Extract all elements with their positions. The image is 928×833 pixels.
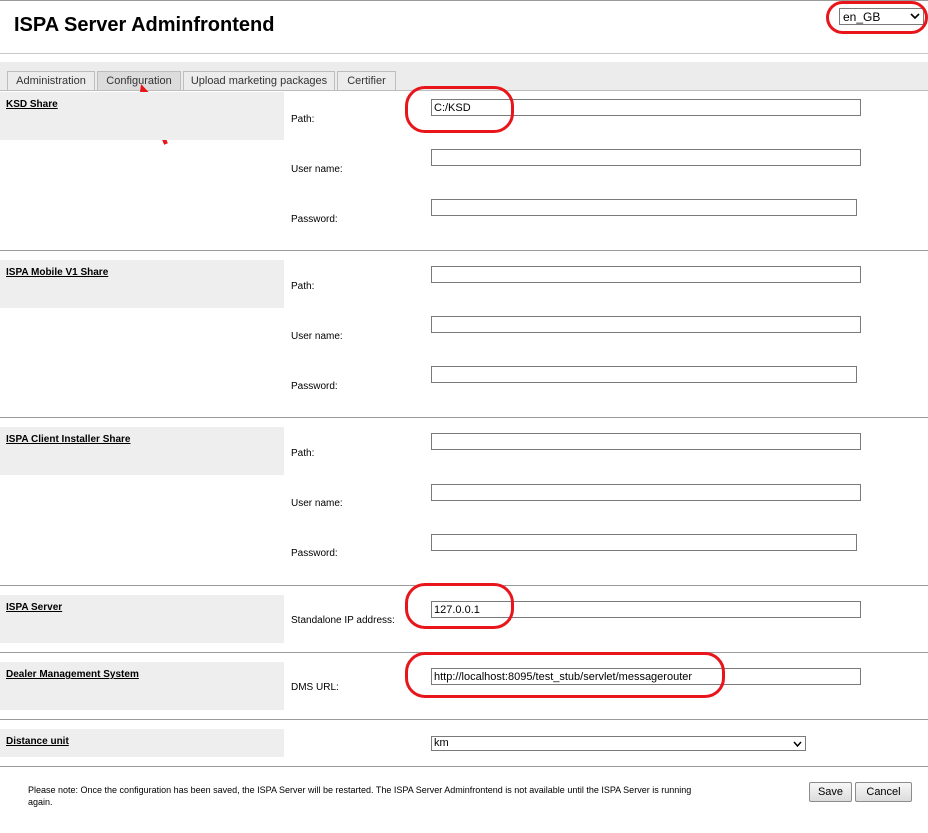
section-label-ksd-share: KSD Share <box>0 92 284 140</box>
mobile-path-input[interactable] <box>431 266 861 283</box>
annotation-circle-ip <box>405 583 514 629</box>
field-label-standalone-ip: Standalone IP address: <box>291 615 395 626</box>
field-label-username: User name: <box>291 331 343 342</box>
cancel-button[interactable]: Cancel <box>855 782 912 802</box>
tab-certifier[interactable]: Certifier <box>337 71 396 90</box>
tab-administration[interactable]: Administration <box>7 71 95 90</box>
section-title: ISPA Server <box>6 602 63 613</box>
ksd-password-input[interactable] <box>431 199 857 216</box>
distance-unit-select[interactable]: km <box>431 736 806 751</box>
annotation-circle-ksd-path <box>405 86 514 133</box>
section-title: ISPA Client Installer Share <box>6 434 131 445</box>
field-label-username: User name: <box>291 164 343 175</box>
field-label-password: Password: <box>291 214 338 225</box>
field-label-password: Password: <box>291 548 338 559</box>
save-button[interactable]: Save <box>809 782 852 802</box>
field-label-path: Path: <box>291 448 315 459</box>
field-label-dms-url: DMS URL: <box>291 682 339 693</box>
field-label-password: Password: <box>291 381 338 392</box>
restart-note: Please note: Once the configuration has … <box>28 785 692 807</box>
field-label-path: Path: <box>291 114 315 125</box>
mobile-username-input[interactable] <box>431 316 861 333</box>
chevron-down-icon <box>793 741 802 748</box>
ksd-username-input[interactable] <box>431 149 861 166</box>
section-label-client-installer-share: ISPA Client Installer Share <box>0 427 284 475</box>
section-title: KSD Share <box>6 99 58 110</box>
section-title: ISPA Mobile V1 Share <box>6 267 109 278</box>
annotation-circle-language <box>826 1 928 34</box>
section-title: Dealer Management System <box>6 669 139 680</box>
field-label-username: User name: <box>291 498 343 509</box>
annotation-circle-dms-url <box>405 652 725 698</box>
page-title: ISPA Server Adminfrontend <box>14 14 275 36</box>
distance-unit-value: km <box>434 737 449 749</box>
section-label-ispa-server: ISPA Server <box>0 595 284 643</box>
field-label-path: Path: <box>291 281 315 292</box>
client-username-input[interactable] <box>431 484 861 501</box>
section-label-dms: Dealer Management System <box>0 662 284 710</box>
section-title: Distance unit <box>6 736 69 747</box>
tab-upload-marketing-packages[interactable]: Upload marketing packages <box>183 71 335 90</box>
section-label-mobile-share: ISPA Mobile V1 Share <box>0 260 284 308</box>
mobile-password-input[interactable] <box>431 366 857 383</box>
client-path-input[interactable] <box>431 433 861 450</box>
section-label-distance-unit: Distance unit <box>0 729 284 757</box>
client-password-input[interactable] <box>431 534 857 551</box>
